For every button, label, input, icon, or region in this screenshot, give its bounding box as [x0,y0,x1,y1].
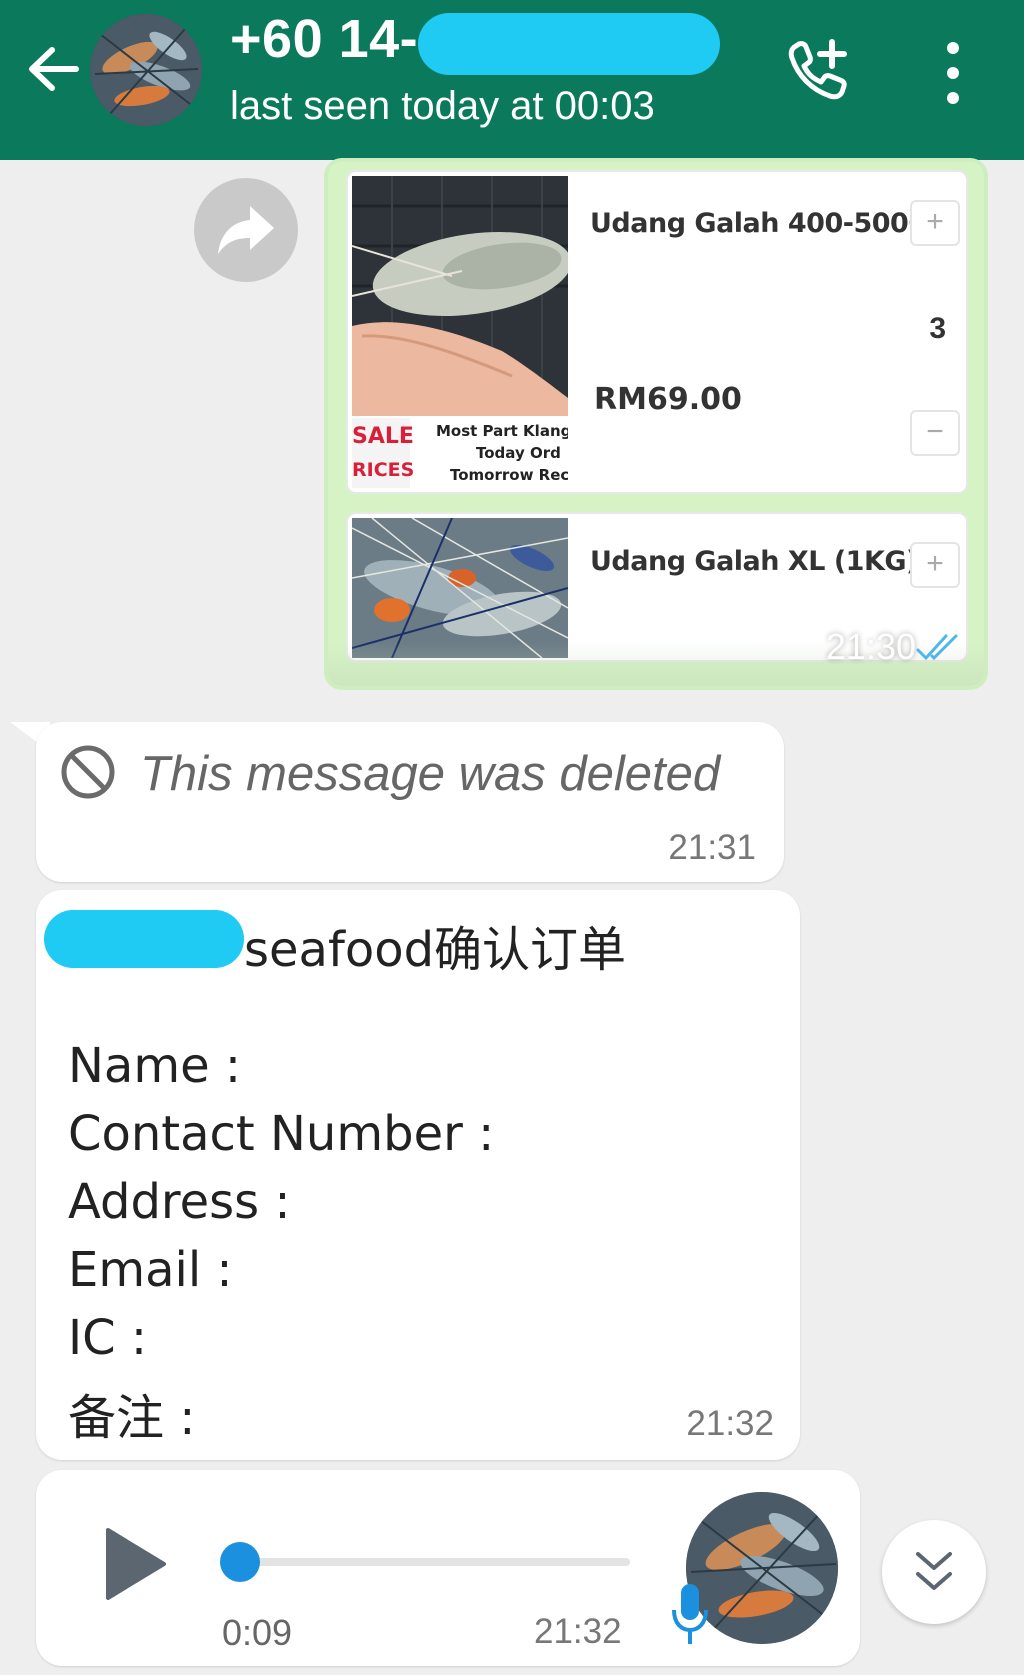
order-form-message-bubble[interactable]: seafood确认订单 Name : Contact Number : Addr… [36,890,800,1460]
form-field-ic: IC : [68,1310,148,1366]
image-caption-1: Most Part Klang [436,422,568,440]
chat-header: +60 14- last seen today at 00:03 [0,0,1024,160]
message-time: 21:31 [668,828,756,867]
read-ticks-icon [916,632,964,662]
form-field-remarks: 备注 : [68,1390,196,1446]
more-options-icon[interactable] [938,40,968,106]
product-price: RM69.00 [594,382,742,417]
play-icon[interactable] [102,1526,168,1602]
double-chevron-down-icon [916,1552,952,1590]
microphone-icon [670,1580,710,1650]
voice-seek-handle[interactable] [220,1542,260,1582]
form-field-address: Address : [68,1174,291,1230]
product-name: Udang Galah 400-500G [590,208,931,239]
message-time: 21:32 [686,1404,774,1443]
message-time: 21:32 [534,1612,622,1651]
voice-seek-track[interactable] [240,1558,630,1566]
voice-duration: 0:09 [222,1612,293,1653]
deleted-message-bubble[interactable]: This message was deleted 21:31 [36,722,784,882]
product-card[interactable]: SALE RICES Most Part Klang Today Ord Tom… [346,170,968,494]
order-title: seafood确认订单 [244,922,627,978]
scroll-to-bottom-button[interactable] [882,1520,986,1624]
product-image [352,518,568,658]
quantity-increase-button[interactable]: + [910,542,960,588]
image-caption-3: Tomorrow Rec [450,466,568,484]
image-sale-text: SALE [352,424,414,449]
back-arrow-icon[interactable] [22,38,84,100]
redaction-mark [44,910,244,968]
message-time: 21:30 [825,626,916,667]
deleted-message-text: This message was deleted [140,747,721,801]
redaction-mark [418,13,720,75]
forward-button[interactable] [194,178,298,282]
catalog-message-bubble[interactable]: SALE RICES Most Part Klang Today Ord Tom… [324,158,988,690]
image-prices-text: RICES [352,459,414,481]
image-caption-2: Today Ord [476,444,561,462]
quantity-increase-button[interactable]: + [910,200,960,246]
block-icon [58,742,118,802]
voice-message-bubble[interactable]: 0:09 21:32 [36,1470,860,1666]
quantity-decrease-button[interactable]: − [910,410,960,456]
contact-avatar[interactable] [90,14,202,126]
form-field-email: Email : [68,1242,233,1298]
last-seen-status: last seen today at 00:03 [230,84,655,128]
product-image: SALE RICES Most Part Klang Today Ord Tom… [352,176,568,490]
form-field-name: Name : [68,1038,242,1094]
product-name: Udang Galah XL (1KG) [590,546,918,577]
add-call-icon[interactable] [782,36,852,106]
contact-name[interactable]: +60 14- [230,8,418,70]
product-quantity: 3 [929,312,946,345]
forward-icon [218,206,274,254]
form-field-contact: Contact Number : [68,1106,495,1162]
